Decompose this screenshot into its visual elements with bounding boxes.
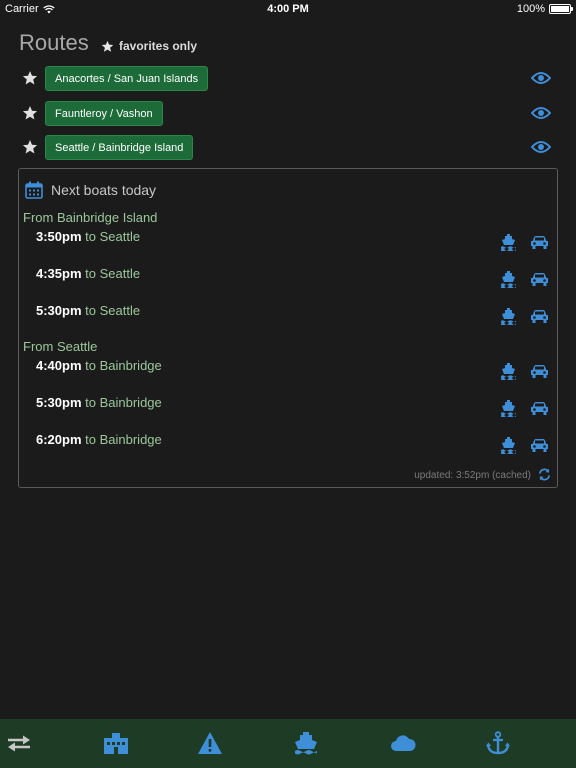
route-row: Seattle / Bainbridge Island (0, 135, 576, 163)
ferry-icon (501, 234, 516, 251)
ferry-icon (501, 363, 516, 380)
sailing-time: 6:20pm to Bainbridge (36, 432, 162, 447)
battery-percent: 100% (516, 3, 545, 15)
app-screen: Carrier 4:00 PM 100% Routes favorites on… (0, 0, 576, 768)
route-row: Fauntleroy / Vashon (0, 101, 576, 129)
sailing-row[interactable]: 4:40pm to Bainbridge (19, 358, 557, 380)
car-icon (531, 310, 548, 323)
favorites-only-label: favorites only (119, 39, 198, 53)
sailing-row[interactable]: 5:30pm to Bainbridge (19, 395, 557, 417)
panel-header: Next boats today (25, 181, 156, 199)
ferry-icon (295, 732, 317, 755)
car-icon (531, 439, 548, 452)
eye-icon[interactable] (531, 140, 551, 154)
next-boats-panel: Next boats today From Bainbridge Island … (18, 168, 558, 488)
sailing-time: 3:50pm to Seattle (36, 229, 141, 244)
ferry-icon (501, 271, 516, 288)
status-time: 4:00 PM (267, 3, 309, 15)
sailing-row[interactable]: 3:50pm to Seattle (19, 229, 557, 251)
route-button[interactable]: Anacortes / San Juan Islands (45, 66, 209, 91)
sailing-destination: to Seattle (81, 229, 141, 244)
swap-arrows-icon (8, 735, 30, 752)
tab-terminals[interactable] (103, 731, 129, 755)
eye-icon[interactable] (531, 71, 551, 85)
refresh-icon[interactable] (538, 468, 551, 481)
battery-icon (549, 4, 573, 14)
star-icon (101, 40, 114, 52)
sailing-row[interactable]: 5:30pm to Seattle (19, 303, 557, 325)
updated-timestamp: updated: 3:52pm (cached) (414, 470, 531, 481)
ferry-icon (501, 308, 516, 325)
sailing-destination: to Bainbridge (81, 432, 162, 447)
favorite-star-icon[interactable] (22, 105, 38, 121)
panel-title: Next boats today (51, 182, 157, 198)
sailing-row[interactable]: 6:20pm to Bainbridge (19, 432, 557, 454)
section-label: From Seattle (23, 339, 98, 354)
ferry-icon (501, 400, 516, 417)
terminal-icon (104, 733, 128, 754)
tab-alerts[interactable] (197, 731, 223, 755)
calendar-icon (25, 181, 43, 199)
car-icon (531, 273, 548, 286)
alert-icon (198, 732, 222, 754)
section-label: From Bainbridge Island (23, 210, 158, 225)
route-button[interactable]: Seattle / Bainbridge Island (45, 135, 194, 160)
page-title: Routes (19, 30, 89, 55)
status-right: 100% (516, 0, 573, 18)
tab-bar (0, 719, 576, 768)
sailing-destination: to Seattle (81, 303, 141, 318)
car-icon (531, 402, 548, 415)
route-button[interactable]: Fauntleroy / Vashon (45, 101, 163, 126)
sailing-time: 5:30pm to Seattle (36, 303, 141, 318)
sailing-time: 4:40pm to Bainbridge (36, 358, 162, 373)
ferry-icon (501, 437, 516, 454)
tab-weather[interactable] (390, 731, 416, 755)
tab-vessels[interactable] (293, 731, 319, 755)
status-bar: Carrier 4:00 PM 100% (0, 0, 576, 18)
tab-anchor[interactable] (485, 731, 511, 755)
sailing-time: 5:30pm to Bainbridge (36, 395, 162, 410)
favorites-only-toggle[interactable]: favorites only (101, 39, 197, 53)
car-icon (531, 236, 548, 249)
sailing-destination: to Bainbridge (81, 358, 162, 373)
anchor-icon (486, 731, 510, 755)
sailing-destination: to Seattle (81, 266, 141, 281)
sailing-time: 4:35pm to Seattle (36, 266, 141, 281)
eye-icon[interactable] (531, 106, 551, 120)
tab-routes[interactable] (6, 731, 32, 755)
favorite-star-icon[interactable] (22, 139, 38, 155)
car-icon (531, 365, 548, 378)
sailing-row[interactable]: 4:35pm to Seattle (19, 266, 557, 288)
weather-icon (391, 735, 416, 751)
sailing-destination: to Bainbridge (81, 395, 162, 410)
favorite-star-icon[interactable] (22, 70, 38, 86)
route-row: Anacortes / San Juan Islands (0, 66, 576, 94)
